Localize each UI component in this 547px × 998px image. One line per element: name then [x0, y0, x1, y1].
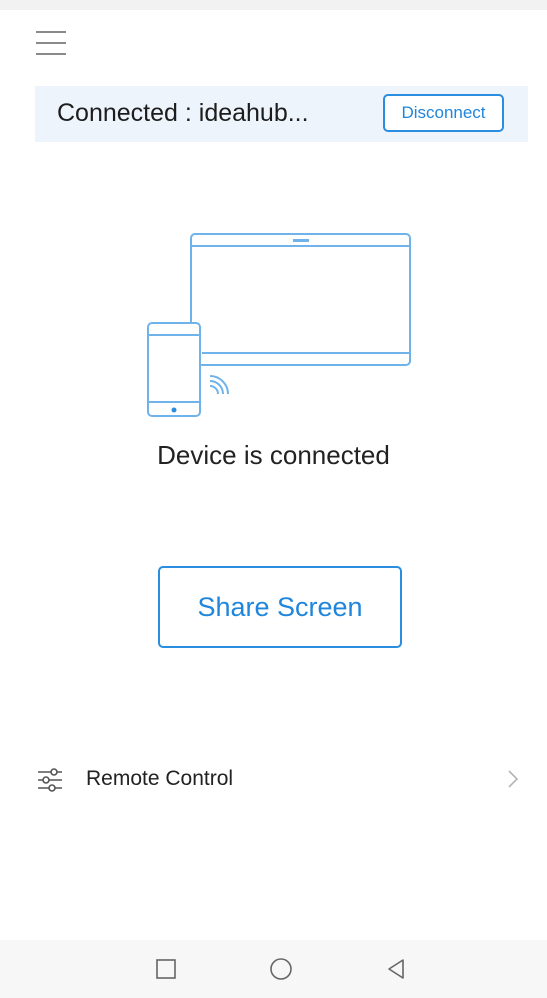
- remote-control-label: Remote Control: [86, 767, 234, 790]
- display-camera: [293, 239, 309, 242]
- cast-waves-icon: [209, 375, 229, 395]
- sliders-icon: [38, 768, 62, 792]
- phone-home-dot: [171, 407, 177, 413]
- share-screen-button[interactable]: Share Screen: [158, 566, 402, 648]
- remote-control-row[interactable]: Remote Control: [0, 750, 547, 810]
- device-status-text: Device is connected: [157, 440, 390, 470]
- phone-to-display-cast-icon: [147, 233, 411, 417]
- square-recents-icon: [156, 959, 176, 979]
- system-navigation-bar: [0, 940, 547, 998]
- back-button[interactable]: [366, 940, 426, 998]
- circle-home-icon: [270, 958, 292, 980]
- chevron-right-icon: [508, 770, 519, 788]
- home-button[interactable]: [251, 940, 311, 998]
- recents-button[interactable]: [136, 940, 196, 998]
- display-outline: [190, 233, 411, 366]
- triangle-back-icon: [388, 959, 404, 979]
